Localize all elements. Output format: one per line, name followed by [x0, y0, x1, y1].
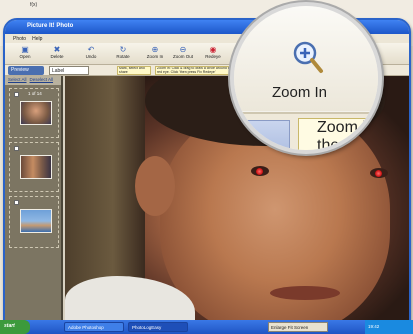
magnified-info-bar: Zoom in the [234, 112, 378, 150]
zoom-in-label: Zoom In [146, 54, 164, 59]
desktop-text: f(x) [30, 2, 38, 8]
menu-photo[interactable]: Photo [13, 36, 26, 42]
rotate-icon: ↻ [119, 45, 127, 54]
mouth [270, 286, 340, 300]
red-eye-pupil [375, 170, 382, 177]
photo-thumbnail[interactable] [20, 101, 52, 125]
menu-help[interactable]: Help [32, 36, 42, 42]
ear [135, 156, 175, 216]
item-checkbox[interactable] [14, 92, 19, 97]
photo-thumbnail[interactable] [20, 209, 52, 233]
redeye-label: Redeye [205, 54, 221, 59]
magnified-toolbar: Zoom In [234, 6, 378, 111]
zoom-in-icon: ⊕ [151, 45, 159, 54]
filmstrip-sidebar: Select All Deselect All 1 of 14 [5, 76, 63, 322]
redeye-button[interactable]: ◉ Redeye [199, 45, 227, 63]
zoom-select[interactable]: Enlarge Fit Screen [268, 322, 328, 332]
task-photoshop[interactable]: Adobe Photoshop [64, 322, 124, 332]
rotate-button[interactable]: ↻ Rotate [109, 45, 137, 63]
zoom-out-icon: ⊖ [179, 45, 187, 54]
select-all-link[interactable]: Select All [8, 77, 27, 84]
rotate-label: Rotate [116, 54, 130, 59]
red-eye-pupil [256, 168, 263, 175]
open-button[interactable]: ▣ Open [11, 45, 39, 63]
task-photologeasy[interactable]: PhotoLogEasy [128, 322, 188, 332]
undo-icon: ↶ [87, 45, 95, 54]
taskbar: start Adobe Photoshop PhotoLogEasy Enlar… [0, 320, 413, 334]
zoom-out-button[interactable]: ⊖ Zoom Out [169, 45, 197, 63]
open-icon: ▣ [21, 45, 29, 54]
zoom-in-icon [293, 41, 323, 73]
start-button[interactable]: start [0, 320, 30, 334]
hint-box: Mark, select and share [117, 66, 151, 75]
deselect-all-link[interactable]: Deselect All [30, 77, 54, 84]
magnifier-callout: Zoom In Zoom in the [230, 2, 382, 154]
right-eye[interactable] [370, 168, 388, 178]
undo-label: Undo [85, 54, 97, 59]
sidebar-header: Select All Deselect All [5, 76, 61, 85]
magnified-preview-tab [234, 120, 290, 150]
window-title: Picture It! Photo [27, 23, 74, 29]
zoom-out-label: Zoom Out [172, 54, 193, 59]
item-checkbox[interactable] [14, 200, 19, 205]
left-eye[interactable] [251, 166, 269, 176]
open-label: Open [19, 54, 31, 59]
filmstrip-item[interactable] [9, 142, 59, 192]
clock: 19:42 [368, 324, 380, 329]
filmstrip-item[interactable]: 1 of 14 [9, 88, 59, 138]
magnified-tip: Zoom in the [298, 118, 378, 150]
system-tray: 19:42 [365, 320, 413, 334]
zoom-value: Fit Screen [287, 325, 309, 330]
undo-button[interactable]: ↶ Undo [77, 45, 105, 63]
filmstrip-item[interactable] [9, 196, 59, 248]
zoom-label: Enlarge [271, 325, 287, 330]
zoom-in-button[interactable]: ⊕ Zoom In [141, 45, 169, 63]
item-checkbox[interactable] [14, 146, 19, 151]
delete-icon: ✖ [53, 45, 61, 54]
redeye-icon: ◉ [209, 45, 217, 54]
photo-thumbnail[interactable] [20, 155, 52, 179]
item-caption: 1 of 14 [28, 91, 42, 96]
label-field[interactable]: Label [49, 66, 89, 75]
delete-label: Delete [50, 54, 64, 59]
delete-button[interactable]: ✖ Delete [43, 45, 71, 63]
magnified-zoom-in-label: Zoom In [272, 84, 328, 101]
tab-preview[interactable]: Preview [8, 66, 44, 75]
redeye-tip-box: Zoom in: Click & drag to draw a circle a… [155, 66, 237, 75]
